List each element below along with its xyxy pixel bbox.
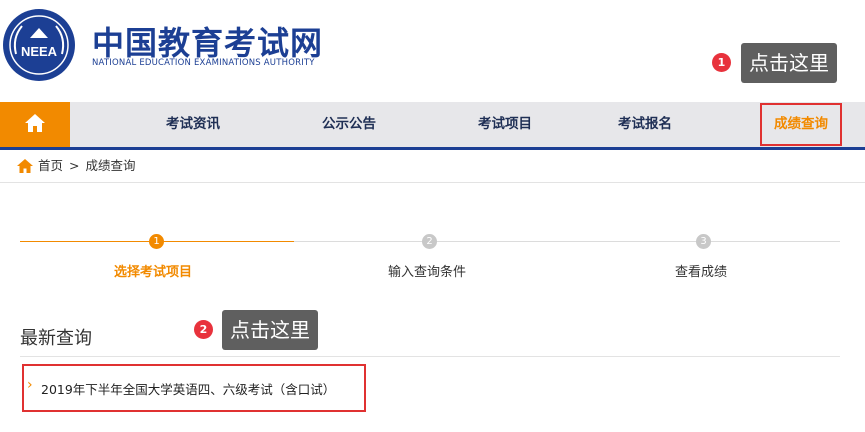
nav-item-exam-news[interactable]: 考试资讯 (166, 102, 220, 147)
breadcrumb-home-icon[interactable] (17, 159, 33, 173)
callout-badge-1: 1 (712, 53, 731, 72)
step-1-label: 选择考试项目 (114, 265, 193, 280)
callout-click-here-2: 点击这里 (222, 310, 318, 350)
nav-item-announcements[interactable]: 公示公告 (322, 102, 376, 147)
step-2-label: 输入查询条件 (388, 265, 467, 280)
breadcrumb: 首页 > 成绩查询 (0, 150, 865, 183)
step-2-dot: 2 (422, 234, 437, 249)
callout-badge-2: 2 (194, 320, 213, 339)
breadcrumb-separator: > (69, 158, 80, 173)
nav-home-button[interactable] (0, 102, 70, 147)
recent-queries-title: 最新查询 (20, 328, 92, 349)
site-subtitle: NATIONAL EDUCATION EXAMINATIONS AUTHORIT… (92, 58, 315, 68)
step-1-dot: 1 (149, 234, 164, 249)
nav-item-exam-projects[interactable]: 考试项目 (478, 102, 532, 147)
home-icon (25, 114, 45, 132)
step-line-inactive (294, 241, 840, 242)
breadcrumb-home-link[interactable]: 首页 (38, 158, 63, 173)
emblem-text: NEEA (21, 44, 58, 59)
recent-query-item-cet[interactable]: › 2019年下半年全国大学英语四、六级考试（含口试） (22, 364, 366, 412)
neea-emblem-icon[interactable]: NEEA (2, 8, 76, 82)
nav-item-exam-registration[interactable]: 考试报名 (618, 102, 672, 147)
breadcrumb-current: 成绩查询 (85, 158, 136, 173)
nav-item-score-query[interactable]: 成绩查询 (760, 103, 842, 146)
main-nav: 考试资讯 公示公告 考试项目 考试报名 成绩查询 (0, 102, 865, 150)
step-3-dot: 3 (696, 234, 711, 249)
recent-query-item-label: 2019年下半年全国大学英语四、六级考试（含口试） (41, 382, 336, 397)
recent-divider (20, 356, 840, 357)
chevron-right-icon: › (27, 377, 33, 393)
site-header: NEEA 中国教育考试网 NATIONAL EDUCATION EXAMINAT… (0, 0, 865, 102)
callout-click-here-1: 点击这里 (741, 43, 837, 83)
step-3-label: 查看成绩 (675, 265, 728, 280)
